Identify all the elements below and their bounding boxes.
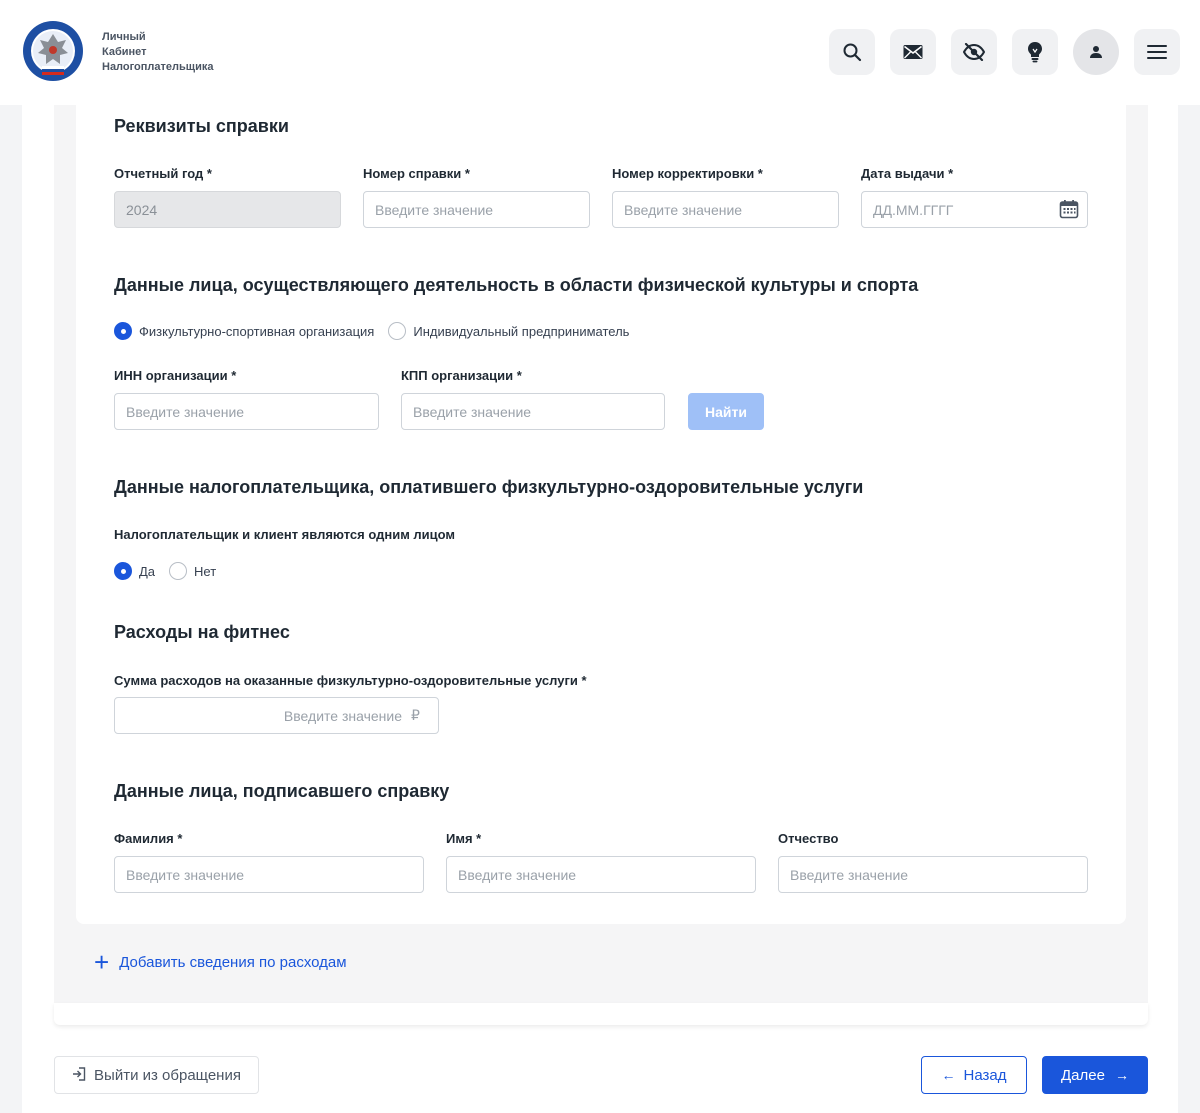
patronymic-label: Отчество [778,831,839,846]
add-expense-link[interactable]: + Добавить сведения по расходам [94,947,347,977]
panel-footer-strip [54,1003,1148,1025]
lightbulb-icon [1028,42,1042,63]
patronymic-input[interactable] [778,856,1088,893]
radio-entrepreneur-label[interactable]: Индивидуальный предприниматель [413,324,629,339]
menu-icon [1147,45,1167,59]
issue-date-label: Дата выдачи * [861,166,954,181]
kpp-input[interactable] [401,393,665,430]
name-label: Имя * [446,831,482,846]
inn-input[interactable] [114,393,379,430]
ruble-icon: ₽ [411,707,420,723]
profile-button[interactable] [1073,29,1119,75]
header-actions [829,29,1180,75]
search-button[interactable] [829,29,875,75]
surname-label: Фамилия * [114,831,183,846]
add-expense-link-label: Добавить сведения по расходам [119,953,347,971]
menu-button[interactable] [1134,29,1180,75]
visually-impaired-button[interactable] [951,29,997,75]
certificate-number-input[interactable] [363,191,590,228]
logo-line-3: Налогоплательщика [102,61,214,73]
exit-request-label: Выйти из обращения [94,1066,241,1084]
user-icon [1090,46,1102,58]
plus-icon: + [94,947,110,977]
certificate-number-label: Номер справки * [363,166,470,181]
correction-number-input[interactable] [612,191,839,228]
inn-label: ИНН организации * [114,368,237,383]
search-icon [843,43,862,62]
expense-amount-label: Сумма расходов на оказанные физкультурно… [114,673,587,688]
section-title-expenses: Расходы на фитнес [114,622,290,642]
radio-no-label[interactable]: Нет [194,564,216,579]
next-label: Далее [1061,1066,1105,1084]
radio-sports-organization[interactable] [114,322,132,340]
exit-icon [72,1066,86,1084]
organization-type-radio-group: Физкультурно-спортивная организация Инди… [114,322,643,340]
radio-yes[interactable] [114,562,132,580]
eye-off-icon [963,43,985,61]
kpp-label: КПП организации * [401,368,522,383]
back-button[interactable]: ← Назад [921,1056,1027,1094]
logo-line-1: Личный [102,31,146,43]
hints-button[interactable] [1012,29,1058,75]
correction-number-label: Номер корректировки * [612,166,763,181]
fns-logo[interactable] [22,20,84,82]
year-field [114,191,341,228]
section-title-requisites: Реквизиты справки [114,116,289,136]
radio-no[interactable] [169,562,188,580]
same-person-label: Налогоплательщик и клиент являются одним… [114,527,456,542]
calendar-icon[interactable] [1059,199,1079,224]
issue-date-input[interactable] [861,191,1088,228]
find-organization-button[interactable]: Найти [688,393,764,430]
arrow-left-icon: ← [941,1067,956,1083]
name-input[interactable] [446,856,756,893]
radio-sports-organization-label[interactable]: Физкультурно-спортивная организация [139,324,374,339]
logo-text: Личный Кабинет Налогоплательщика [102,30,213,75]
radio-yes-label[interactable]: Да [139,564,155,579]
section-title-taxpayer: Данные налогоплательщика, оплатившего фи… [114,477,864,497]
surname-input[interactable] [114,856,424,893]
same-person-radio-group: Да Нет [114,562,230,580]
mail-icon [903,45,923,59]
radio-entrepreneur[interactable] [388,322,407,340]
expense-amount-input[interactable] [114,697,439,734]
next-button[interactable]: Далее → [1042,1056,1148,1094]
arrow-right-icon: → [1114,1067,1129,1083]
back-label: Назад [963,1066,1007,1084]
exit-request-button[interactable]: Выйти из обращения [54,1056,259,1094]
section-title-organization: Данные лица, осуществляющего деятельност… [114,275,919,295]
top-header: Личный Кабинет Налогоплательщика [0,0,1200,105]
messages-button[interactable] [890,29,936,75]
logo-line-2: Кабинет [102,46,147,58]
section-title-signer: Данные лица, подписавшего справку [114,781,450,801]
year-label: Отчетный год * [114,166,212,181]
